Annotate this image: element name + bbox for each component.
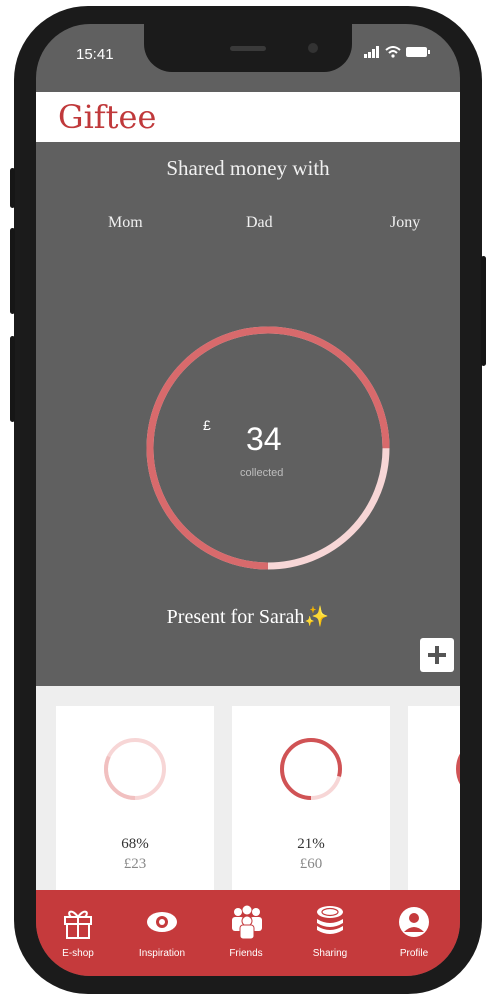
front-camera — [308, 43, 318, 53]
signal-icon — [364, 46, 379, 58]
currency-symbol: £ — [203, 417, 211, 433]
card-percent: 68% — [121, 836, 149, 852]
shared-title: Shared money with — [166, 156, 330, 180]
mute-switch — [10, 168, 15, 208]
nav-label: Inspiration — [138, 948, 186, 959]
phone-frame: 15:41 Giftee Shared money with Mom Dad J… — [10, 6, 486, 994]
volume-up-button — [10, 228, 15, 314]
card-percent: 21% — [297, 836, 325, 852]
status-icons — [364, 46, 430, 58]
collected-label: collected — [240, 467, 284, 479]
profile-icon — [399, 907, 429, 937]
present-title: Present for Sarah✨ — [166, 606, 330, 628]
nav-inspiration[interactable]: Inspiration — [120, 890, 204, 976]
friends-icon — [232, 905, 262, 940]
app-logo: Giftee — [58, 98, 157, 136]
notch — [144, 24, 352, 72]
volume-down-button — [10, 336, 15, 422]
collected-amount: 34 — [246, 421, 282, 457]
card-progress-ring — [104, 738, 166, 800]
contribution-card-partial[interactable] — [408, 706, 460, 896]
nav-profile[interactable]: Profile — [372, 890, 456, 976]
nav-friends[interactable]: Friends — [204, 890, 288, 976]
status-time: 15:41 — [76, 46, 114, 63]
eye-icon — [147, 912, 177, 932]
nav-eshop[interactable]: E-shop — [36, 890, 120, 976]
coins-icon — [317, 906, 343, 934]
bottom-nav: E-shop Inspiration Friends Sharing Profi… — [36, 890, 460, 976]
nav-label: E-shop — [62, 948, 94, 959]
add-button[interactable] — [420, 638, 454, 672]
person-mom[interactable]: Mom — [108, 214, 143, 232]
power-button — [481, 256, 486, 366]
wifi-icon — [385, 46, 401, 58]
nav-label: Friends — [229, 948, 263, 959]
contribution-card[interactable]: 68% £23 — [56, 706, 214, 896]
card-progress-ring — [280, 738, 342, 800]
person-jony[interactable]: Jony — [390, 214, 420, 232]
nav-sharing[interactable]: Sharing — [288, 890, 372, 976]
speaker — [230, 46, 266, 51]
screen: 15:41 Giftee Shared money with Mom Dad J… — [36, 24, 460, 976]
contribution-card[interactable]: 21% £60 — [232, 706, 390, 896]
nav-label: Sharing — [312, 948, 348, 959]
app-header: Giftee — [36, 92, 460, 142]
cards-carousel[interactable]: 68% £23 21% £60 — [36, 686, 460, 896]
person-dad[interactable]: Dad — [246, 214, 273, 232]
battery-icon — [406, 47, 430, 57]
card-amount: £60 — [299, 856, 323, 872]
gift-icon — [64, 910, 92, 939]
nav-label: Profile — [399, 948, 429, 959]
card-amount: £23 — [123, 856, 147, 872]
card-progress-ring — [456, 753, 460, 785]
